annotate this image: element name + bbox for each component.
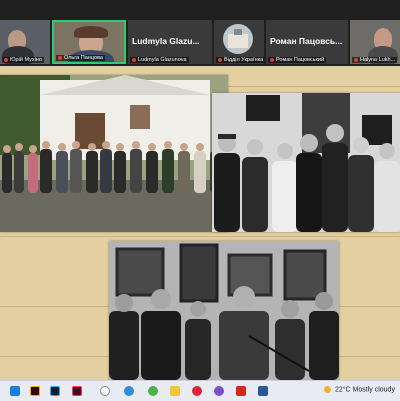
participant-name: Юрій Мухіно: [2, 57, 44, 63]
mic-muted-icon: [218, 57, 222, 62]
taskbar: 22°C Mostly cloudy: [0, 380, 400, 401]
mic-muted-icon: [4, 57, 8, 62]
museum-interior-photo: [109, 241, 339, 380]
mic-muted-icon: [58, 55, 62, 60]
participant-tile[interactable]: Halyna Lukh...: [350, 20, 400, 64]
photoshop-icon[interactable]: [50, 386, 60, 396]
participant-name: Відділ Українка: [216, 57, 264, 63]
participant-display-name: Роман Пацовсь...: [270, 36, 343, 46]
group-photo-museum-entrance-image: [212, 93, 400, 232]
participant-name: Ольга Панцова: [56, 55, 105, 61]
search-icon[interactable]: [100, 386, 110, 396]
shared-screen: [0, 66, 400, 380]
weather-cloudy-icon: [324, 386, 331, 393]
chrome-icon[interactable]: [148, 386, 158, 396]
building-roof: [234, 29, 242, 35]
mic-muted-icon: [270, 57, 274, 62]
mic-muted-icon: [354, 57, 358, 62]
weather-widget[interactable]: 22°C Mostly cloudy: [324, 386, 395, 393]
edge-icon[interactable]: [124, 386, 134, 396]
mic-muted-icon: [132, 57, 136, 62]
group-photo-outdoor: [0, 75, 228, 232]
avatar: [223, 24, 253, 54]
participant-name: Роман Пацовський: [268, 57, 327, 63]
windows-start-icon[interactable]: [10, 386, 20, 396]
acrobat-icon[interactable]: [236, 386, 246, 396]
viber-icon[interactable]: [214, 386, 224, 396]
participant-tile-active[interactable]: Ольга Панцова: [52, 20, 126, 64]
word-icon[interactable]: [258, 386, 268, 396]
participant-hair: [74, 26, 108, 38]
illustrator-icon[interactable]: [30, 386, 40, 396]
weather-description: Mostly cloudy: [352, 386, 395, 394]
participant-tile[interactable]: Відділ Українка: [214, 20, 264, 64]
participants-strip: Юрій Мухіно Ольга Панцова Ludmyla Glazu.…: [0, 0, 400, 66]
participant-name: Halyna Lukh...: [352, 57, 398, 63]
files-icon[interactable]: [170, 386, 180, 396]
participant-tile[interactable]: Роман Пацовсь... Роман Пацовський: [266, 20, 348, 64]
participant-tile[interactable]: Юрій Мухіно: [0, 20, 50, 64]
participant-name: Ludmyla Glazunova: [130, 57, 189, 63]
museum-interior-image: [109, 241, 339, 380]
opera-icon[interactable]: [192, 386, 202, 396]
weather-temperature: 22°C: [334, 386, 351, 394]
participant-tile[interactable]: Ludmyla Glazu... Ludmyla Glazunova: [128, 20, 212, 64]
wood-grain: [0, 236, 400, 237]
participant-display-name: Ludmyla Glazu...: [132, 36, 200, 46]
indesign-icon[interactable]: [72, 386, 82, 396]
group-photo-museum-entrance: [212, 93, 400, 232]
building-icon: [228, 34, 248, 48]
group-photo-outdoor-image: [0, 75, 228, 232]
